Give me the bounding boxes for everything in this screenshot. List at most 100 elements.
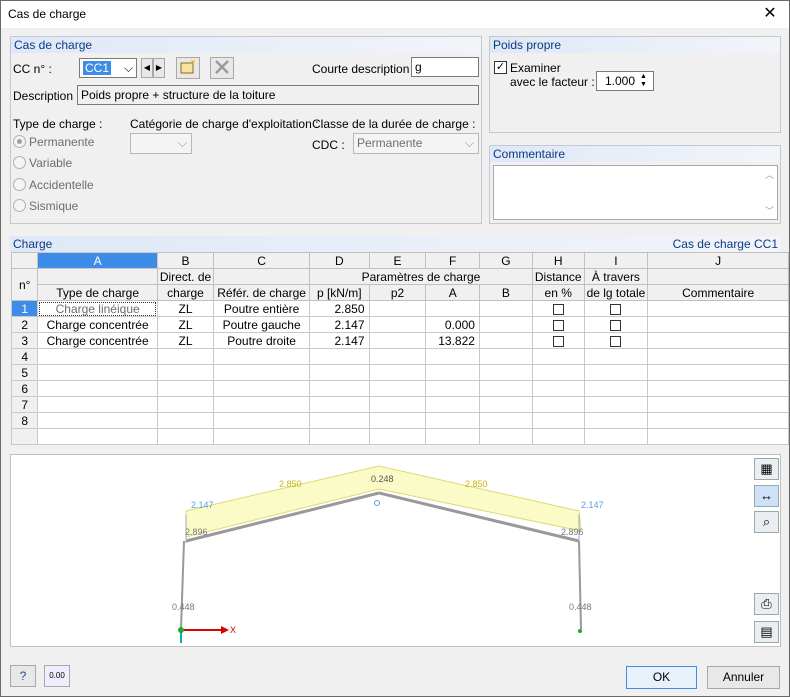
new-load-case-button[interactable] <box>176 57 200 79</box>
b-cell[interactable] <box>478 316 533 333</box>
reference-cell[interactable]: Poutre entière <box>213 300 311 317</box>
row-number[interactable]: 1 <box>10 300 39 317</box>
empty-cell[interactable] <box>156 364 215 381</box>
cdc-select[interactable]: Permanente ⌵ <box>353 133 479 154</box>
empty-cell[interactable] <box>583 380 649 397</box>
empty-cell[interactable] <box>647 364 789 381</box>
empty-cell[interactable] <box>368 348 427 365</box>
empty-cell[interactable] <box>425 396 480 413</box>
show-values-button[interactable]: ▦ <box>754 458 779 480</box>
travers-cell[interactable] <box>583 300 649 317</box>
empty-cell[interactable] <box>368 428 427 445</box>
categorie-select[interactable]: ⌵ <box>130 133 192 154</box>
travers-cell[interactable] <box>583 316 649 333</box>
col-header-f[interactable]: F <box>425 252 480 269</box>
travers-cell[interactable] <box>583 332 649 349</box>
empty-cell[interactable] <box>213 428 311 445</box>
view-settings-button[interactable]: ▤ <box>754 621 779 643</box>
zoom-button[interactable]: ⌕ <box>754 511 779 533</box>
cancel-button[interactable]: Annuler <box>707 666 780 689</box>
reference-cell[interactable]: Poutre droite <box>213 332 311 349</box>
empty-cell[interactable] <box>156 412 215 429</box>
empty-cell[interactable] <box>425 364 480 381</box>
row-number[interactable]: 3 <box>10 332 39 349</box>
empty-cell[interactable] <box>213 348 311 365</box>
empty-cell[interactable] <box>647 428 789 445</box>
empty-cell[interactable] <box>478 412 533 429</box>
description-input[interactable]: Poids propre + structure de la toiture <box>77 85 479 105</box>
col-header-b[interactable]: B <box>156 252 215 269</box>
empty-cell[interactable] <box>309 348 370 365</box>
direction-cell[interactable]: ZL <box>156 300 215 317</box>
empty-cell[interactable] <box>309 380 370 397</box>
col-header-e[interactable]: E <box>368 252 427 269</box>
p2-cell[interactable] <box>368 300 427 317</box>
direction-cell[interactable]: ZL <box>156 332 215 349</box>
empty-cell[interactable] <box>425 412 480 429</box>
type-cell[interactable]: Charge concentrée <box>37 316 158 333</box>
p2-cell[interactable] <box>368 332 427 349</box>
empty-cell[interactable] <box>37 348 158 365</box>
table-row[interactable] <box>10 428 789 445</box>
empty-cell[interactable] <box>478 428 533 445</box>
empty-cell[interactable] <box>583 412 649 429</box>
spinner-icon[interactable]: ▲ ▼ <box>640 73 647 89</box>
distance-checkbox[interactable] <box>552 303 564 315</box>
a-cell[interactable] <box>425 300 480 317</box>
empty-cell[interactable] <box>37 396 158 413</box>
travers-checkbox[interactable] <box>610 335 622 347</box>
empty-cell[interactable] <box>368 396 427 413</box>
empty-cell[interactable] <box>478 348 533 365</box>
empty-cell[interactable] <box>583 348 649 365</box>
col-header-c[interactable]: C <box>213 252 311 269</box>
empty-cell[interactable] <box>531 396 585 413</box>
empty-cell[interactable] <box>425 348 480 365</box>
a-cell[interactable]: 0.000 <box>425 316 480 333</box>
b-cell[interactable] <box>478 332 533 349</box>
travers-checkbox[interactable] <box>610 319 622 331</box>
empty-cell[interactable] <box>213 396 311 413</box>
units-button[interactable]: 0.00 <box>44 665 70 687</box>
empty-cell[interactable] <box>647 380 789 397</box>
empty-cell[interactable] <box>478 380 533 397</box>
col-header-d[interactable]: D <box>309 252 370 269</box>
empty-cell[interactable] <box>583 428 649 445</box>
empty-cell[interactable] <box>647 348 789 365</box>
row-number[interactable]: 7 <box>10 396 39 413</box>
short-desc-input[interactable]: g <box>411 57 479 77</box>
distance-cell[interactable] <box>531 332 585 349</box>
empty-cell[interactable] <box>478 364 533 381</box>
delete-button[interactable] <box>210 57 234 79</box>
graphic-view[interactable]: 0.248 2.850 2.850 2.147 2.147 2.896 2.89… <box>10 454 781 647</box>
type-cell[interactable]: Charge linéique <box>37 300 158 317</box>
empty-cell[interactable] <box>531 364 585 381</box>
radio-variable[interactable] <box>13 156 26 169</box>
empty-cell[interactable] <box>368 380 427 397</box>
table-row[interactable]: 8 <box>10 412 789 429</box>
row-number[interactable]: 4 <box>10 348 39 365</box>
empty-cell[interactable] <box>37 364 158 381</box>
p-cell[interactable]: 2.147 <box>309 332 370 349</box>
comment-cell[interactable] <box>647 332 789 349</box>
empty-cell[interactable] <box>531 412 585 429</box>
empty-cell[interactable] <box>156 396 215 413</box>
empty-cell[interactable] <box>368 412 427 429</box>
empty-cell[interactable] <box>425 380 480 397</box>
prev-button[interactable]: ◀ <box>141 58 153 78</box>
p2-cell[interactable] <box>368 316 427 333</box>
p-cell[interactable]: 2.147 <box>309 316 370 333</box>
empty-cell[interactable] <box>37 412 158 429</box>
radio-permanente[interactable] <box>13 135 26 148</box>
empty-cell[interactable] <box>425 428 480 445</box>
empty-cell[interactable] <box>213 412 311 429</box>
empty-cell[interactable] <box>583 396 649 413</box>
distance-cell[interactable] <box>531 316 585 333</box>
table-row[interactable]: 5 <box>10 364 789 381</box>
row-number[interactable]: 5 <box>10 364 39 381</box>
close-icon[interactable]: ✕ <box>755 3 785 25</box>
empty-cell[interactable] <box>156 380 215 397</box>
empty-cell[interactable] <box>309 396 370 413</box>
table-row[interactable]: 6 <box>10 380 789 397</box>
dimension-button[interactable]: ↔ <box>754 485 779 507</box>
row-number[interactable] <box>10 428 39 445</box>
